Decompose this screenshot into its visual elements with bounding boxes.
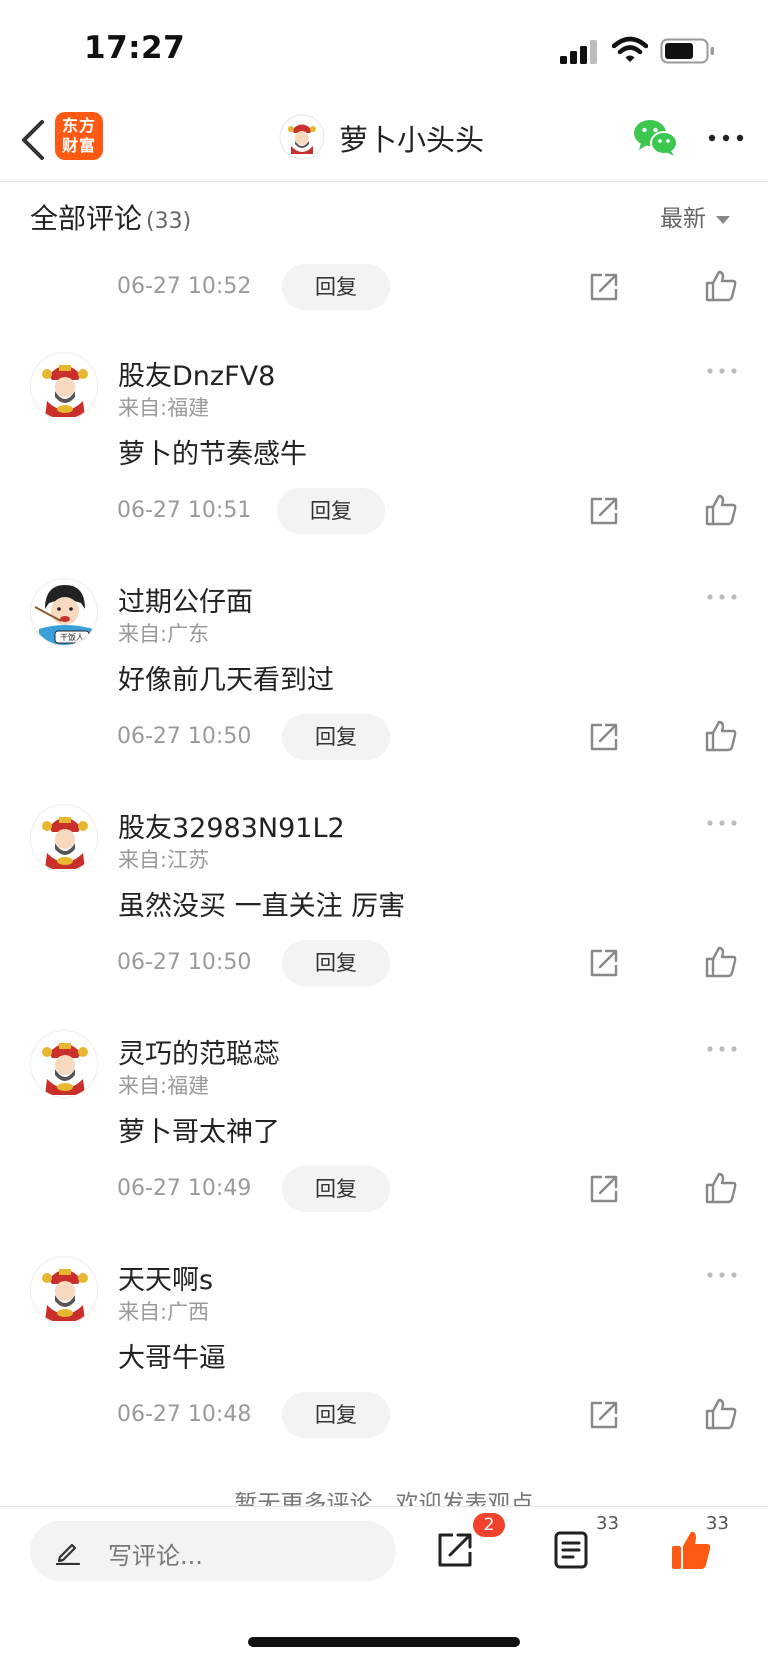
comment-more-icon[interactable] xyxy=(706,1270,738,1280)
status-bar: 17:27 xyxy=(0,0,768,100)
caishen-avatar-icon xyxy=(42,1043,88,1095)
caishen-avatar-icon xyxy=(42,817,88,869)
sort-dropdown[interactable]: 最新 xyxy=(660,199,730,233)
comment-more-icon[interactable] xyxy=(706,366,738,376)
no-more-comments-note: 暂无更多评论，欢迎发表观点 xyxy=(234,1491,534,1506)
share-count-badge: 2 xyxy=(473,1513,505,1537)
share-icon[interactable] xyxy=(588,721,620,753)
username[interactable]: 灵巧的范聪蕊 xyxy=(118,1032,280,1071)
reply-button[interactable]: 回复 xyxy=(282,264,390,310)
comment-text: 虽然没买 一直关注 厉害 xyxy=(118,891,406,922)
comment-more-icon[interactable] xyxy=(706,1044,738,1054)
username[interactable]: 天天啊s xyxy=(118,1258,213,1297)
comment-item: 干饭人 过期公仔面 来自:广东 好像前几天看到过 06-27 10:50 回复 xyxy=(0,566,768,792)
comment-timestamp: 06-27 10:50 xyxy=(117,724,252,749)
share-icon[interactable] xyxy=(588,495,620,527)
user-avatar[interactable] xyxy=(30,804,98,872)
page-title: 萝卜小头头 xyxy=(339,123,485,157)
nav-bar: 东方 财富 萝卜小头头 xyxy=(0,100,768,182)
comment-text: 萝卜哥太神了 xyxy=(118,1117,280,1148)
reply-button[interactable]: 回复 xyxy=(282,1392,390,1438)
comment-item: 灵巧的范聪蕊 来自:福建 萝卜哥太神了 06-27 10:49 回复 xyxy=(0,1018,768,1244)
share-icon[interactable] xyxy=(588,1173,620,1205)
comment-item: 天天啊s 来自:广西 大哥牛逼 06-27 10:48 回复 xyxy=(0,1244,768,1470)
user-location: 来自:福建 xyxy=(118,1074,210,1098)
share-icon[interactable] xyxy=(588,1399,620,1431)
comment-text: 萝卜的节奏感牛 xyxy=(118,439,307,470)
thumbs-up-icon[interactable] xyxy=(704,719,738,753)
user-avatar[interactable]: 干饭人 xyxy=(30,578,98,646)
comment-timestamp: 06-27 10:49 xyxy=(117,1176,252,1201)
share-icon[interactable] xyxy=(436,1531,474,1569)
comment-actions: 06-27 10:50 回复 xyxy=(0,714,768,762)
comments-title: 全部评论 (33) xyxy=(30,202,192,235)
comment-actions: 06-27 10:52 回复 xyxy=(0,264,768,312)
comment-timestamp: 06-27 10:48 xyxy=(117,1402,252,1427)
comments-header: 全部评论 (33) 最新 xyxy=(0,183,768,247)
pen-icon xyxy=(55,1543,81,1565)
status-time: 17:27 xyxy=(84,30,186,66)
comment-timestamp: 06-27 10:51 xyxy=(117,498,252,523)
reply-button[interactable]: 回复 xyxy=(282,714,390,760)
wechat-share-icon[interactable] xyxy=(633,118,679,158)
share-icon[interactable] xyxy=(588,947,620,979)
app-logo[interactable]: 东方 财富 xyxy=(55,112,103,160)
thumbs-up-icon[interactable] xyxy=(704,269,738,303)
comment-count: 33 xyxy=(596,1513,619,1534)
user-avatar[interactable] xyxy=(30,1256,98,1324)
thumbs-up-icon[interactable] xyxy=(704,1397,738,1431)
user-location: 来自:福建 xyxy=(118,396,210,420)
comment-input[interactable]: 写评论... xyxy=(30,1521,396,1581)
comment-actions: 06-27 10:50 回复 xyxy=(0,940,768,988)
user-avatar[interactable] xyxy=(30,352,98,420)
comment-text: 好像前几天看到过 xyxy=(118,665,334,696)
comment-item: 股友32983N91L2 来自:江苏 虽然没买 一直关注 厉害 06-27 10… xyxy=(0,792,768,1018)
comment-actions: 06-27 10:48 回复 xyxy=(0,1392,768,1440)
back-icon[interactable] xyxy=(14,114,54,166)
comment-more-icon[interactable] xyxy=(706,592,738,602)
bottom-toolbar: 写评论... 2 33 33 xyxy=(0,1506,768,1663)
ganfan-avatar-icon: 干饭人 xyxy=(31,579,97,645)
comment-timestamp: 06-27 10:50 xyxy=(117,950,252,975)
comment-timestamp: 06-27 10:52 xyxy=(117,274,252,299)
comments-count: (33) xyxy=(146,209,192,234)
user-location: 来自:广东 xyxy=(118,622,210,646)
username[interactable]: 过期公仔面 xyxy=(118,580,253,619)
caishen-avatar-icon xyxy=(42,1269,88,1321)
thumbs-up-icon[interactable] xyxy=(704,945,738,979)
comment-text: 大哥牛逼 xyxy=(118,1343,226,1374)
username[interactable]: 股友DnzFV8 xyxy=(118,354,275,393)
share-icon[interactable] xyxy=(588,271,620,303)
author-avatar[interactable] xyxy=(279,114,325,160)
user-location: 来自:广西 xyxy=(118,1300,210,1324)
username[interactable]: 股友32983N91L2 xyxy=(118,806,345,845)
comment-item: 股友DnzFV8 来自:福建 萝卜的节奏感牛 06-27 10:51 回复 xyxy=(0,340,768,566)
thumbs-up-filled-icon[interactable] xyxy=(670,1529,712,1571)
comment-list-icon[interactable] xyxy=(554,1531,588,1569)
home-indicator xyxy=(248,1637,520,1647)
avatar-caption: 干饭人 xyxy=(60,632,84,642)
comment-actions: 06-27 10:51 回复 xyxy=(0,488,768,536)
caishen-avatar-icon xyxy=(42,365,88,417)
thumbs-up-icon[interactable] xyxy=(704,493,738,527)
cellular-signal-icon xyxy=(560,40,597,64)
comment-actions: 06-27 10:49 回复 xyxy=(0,1166,768,1214)
reply-button[interactable]: 回复 xyxy=(277,488,385,534)
user-avatar[interactable] xyxy=(30,1030,98,1098)
wifi-icon xyxy=(612,36,648,62)
caret-down-icon xyxy=(716,215,730,224)
more-options-icon[interactable] xyxy=(706,128,746,148)
reply-button[interactable]: 回复 xyxy=(282,940,390,986)
user-location: 来自:江苏 xyxy=(118,848,210,872)
comment-more-icon[interactable] xyxy=(706,818,738,828)
reply-button[interactable]: 回复 xyxy=(282,1166,390,1212)
thumbs-up-icon[interactable] xyxy=(704,1171,738,1205)
comment-placeholder: 写评论... xyxy=(108,1542,203,1570)
battery-icon xyxy=(660,38,714,64)
like-count: 33 xyxy=(706,1513,729,1534)
